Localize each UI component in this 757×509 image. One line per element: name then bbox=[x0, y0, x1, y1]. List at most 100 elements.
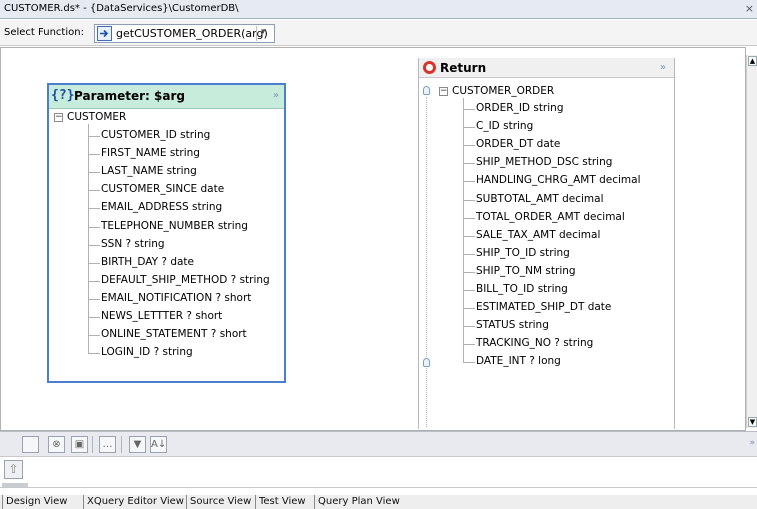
filter-icon[interactable]: ▼ bbox=[129, 436, 146, 453]
return-tree-line bbox=[463, 98, 464, 362]
tab-design-view[interactable]: Design View bbox=[2, 495, 70, 509]
parameter-tree-branch bbox=[88, 226, 100, 228]
return-root-node[interactable]: CUSTOMER_ORDER bbox=[452, 85, 554, 97]
collapse-icon[interactable]: » bbox=[273, 90, 279, 101]
parameter-tree-branch bbox=[88, 208, 100, 210]
return-tree-branch bbox=[463, 145, 475, 147]
return-mapping-guide bbox=[426, 97, 427, 427]
return-field-node[interactable]: SHIP_METHOD_DSC string bbox=[476, 156, 612, 168]
return-icon bbox=[423, 61, 436, 74]
parameter-field-node[interactable]: FIRST_NAME string bbox=[101, 147, 200, 159]
parameter-field-node[interactable]: SSN ? string bbox=[101, 238, 165, 250]
parameter-tree-branch bbox=[88, 280, 100, 282]
return-field-node[interactable]: DATE_INT ? long bbox=[476, 355, 561, 367]
return-root-pin-icon bbox=[423, 86, 430, 95]
param-tree-line bbox=[88, 124, 89, 353]
parameter-field-node[interactable]: EMAIL_ADDRESS string bbox=[101, 201, 222, 213]
return-tree-branch bbox=[463, 308, 475, 310]
return-field-node[interactable]: ORDER_ID string bbox=[476, 102, 564, 114]
parameter-panel-header[interactable]: {?} Parameter: $arg » bbox=[49, 85, 284, 109]
problems-toolbar: » ⊗ ▣ … ▼ A↓ bbox=[0, 431, 757, 457]
return-tree-branch bbox=[463, 290, 475, 291]
parameter-icon: {?} bbox=[51, 88, 75, 103]
parameter-tree-branch bbox=[88, 317, 100, 318]
canvas-vertical-scrollbar[interactable]: ▲ ▼ bbox=[746, 55, 757, 428]
return-tree-branch bbox=[463, 109, 475, 110]
return-field-node[interactable]: HANDLING_CHRG_AMT decimal bbox=[476, 174, 641, 186]
return-tree-branch bbox=[463, 217, 475, 219]
function-icon bbox=[97, 26, 112, 41]
window-titlebar: CUSTOMER.ds* - {DataServices}\CustomerDB… bbox=[0, 0, 757, 19]
scroll-up-icon[interactable]: ▲ bbox=[748, 56, 757, 66]
select-function-label: Select Function: bbox=[4, 27, 84, 38]
return-field-node[interactable]: C_ID string bbox=[476, 120, 533, 132]
parameter-field-node[interactable]: BIRTH_DAY ? date bbox=[101, 256, 194, 268]
function-select-divider bbox=[256, 26, 257, 41]
parameter-tree-branch bbox=[88, 262, 100, 264]
scroll-down-icon[interactable]: ▼ bbox=[748, 417, 757, 427]
return-field-node[interactable]: BILL_TO_ID string bbox=[476, 283, 568, 295]
return-panel-header[interactable]: Return » bbox=[419, 58, 674, 78]
parameter-field-node[interactable]: CUSTOMER_ID string bbox=[101, 129, 210, 141]
sort-az-icon[interactable]: A↓ bbox=[150, 436, 167, 453]
function-select[interactable]: getCUSTOMER_ORDER(arg) ▾ bbox=[94, 24, 275, 43]
return-field-node[interactable]: TOTAL_ORDER_AMT decimal bbox=[476, 211, 625, 223]
output-panel: ⇧ bbox=[0, 457, 757, 488]
view-tabs: Design View XQuery Editor View Source View… bbox=[0, 495, 757, 509]
return-tree-branch bbox=[463, 199, 475, 201]
more-icon[interactable]: » bbox=[749, 438, 755, 448]
return-tree-branch bbox=[463, 235, 475, 237]
parameter-tree-branch bbox=[88, 353, 100, 355]
return-field-node[interactable]: ORDER_DT date bbox=[476, 138, 560, 150]
toolbar-separator bbox=[92, 436, 93, 453]
tab-xquery-editor-view[interactable]: XQuery Editor View bbox=[83, 495, 187, 509]
return-field-node[interactable]: SHIP_TO_ID string bbox=[476, 247, 570, 259]
return-tree-branch bbox=[463, 326, 475, 328]
return-tree-branch bbox=[463, 362, 475, 364]
return-field-node[interactable]: ESTIMATED_SHIP_DT date bbox=[476, 301, 611, 313]
return-field-node[interactable]: STATUS string bbox=[476, 319, 549, 331]
return-panel-title: Return bbox=[440, 61, 487, 75]
parameter-tree-branch bbox=[88, 335, 100, 337]
function-select-value: getCUSTOMER_ORDER(arg) bbox=[116, 27, 268, 40]
error-filter-icon[interactable]: ⊗ bbox=[48, 436, 65, 453]
parameter-field-node[interactable]: LOGIN_ID ? string bbox=[101, 346, 193, 358]
chevron-down-icon[interactable]: ▾ bbox=[261, 27, 266, 37]
warning-filter-icon[interactable]: ▣ bbox=[71, 436, 88, 453]
parameter-field-node[interactable]: DEFAULT_SHIP_METHOD ? string bbox=[101, 274, 270, 286]
return-tree-branch bbox=[463, 271, 475, 273]
tab-test-view[interactable]: Test View bbox=[255, 495, 309, 509]
return-tree-branch bbox=[463, 127, 475, 129]
parameter-field-node[interactable]: NEWS_LETTTER ? short bbox=[101, 310, 222, 322]
return-tree-branch bbox=[463, 253, 475, 255]
return-tree-branch bbox=[463, 181, 475, 183]
return-field-node[interactable]: TRACKING_NO ? string bbox=[476, 337, 593, 349]
param-root-node[interactable]: CUSTOMER bbox=[67, 111, 126, 123]
toolbar-separator bbox=[121, 436, 122, 453]
return-field-node[interactable]: SUBTOTAL_AMT decimal bbox=[476, 193, 604, 205]
return-root-expander-icon[interactable]: − bbox=[439, 87, 448, 96]
return-tree-branch bbox=[463, 163, 475, 165]
param-root-expander-icon[interactable]: − bbox=[54, 113, 63, 122]
parameter-tree-branch bbox=[88, 190, 100, 192]
return-field-node[interactable]: SALE_TAX_AMT decimal bbox=[476, 229, 600, 241]
window-title: CUSTOMER.ds* - {DataServices}\CustomerDB… bbox=[4, 3, 239, 14]
up-arrow-icon[interactable]: ⇧ bbox=[4, 460, 23, 479]
parameter-field-node[interactable]: TELEPHONE_NUMBER string bbox=[101, 220, 248, 232]
tab-query-plan-view[interactable]: Query Plan View bbox=[314, 495, 403, 509]
more-options-button[interactable]: … bbox=[99, 436, 116, 453]
return-field-node[interactable]: SHIP_TO_NM string bbox=[476, 265, 576, 277]
tab-source-view[interactable]: Source View bbox=[186, 495, 254, 509]
collapse-icon[interactable]: » bbox=[660, 62, 666, 73]
parameter-panel-title: Parameter: $arg bbox=[74, 89, 185, 103]
parameter-field-node[interactable]: LAST_NAME string bbox=[101, 165, 197, 177]
parameter-tree-branch bbox=[88, 298, 100, 300]
parameter-field-node[interactable]: CUSTOMER_SINCE date bbox=[101, 183, 224, 195]
parameter-tree-branch bbox=[88, 136, 100, 137]
parameter-field-node[interactable]: EMAIL_NOTIFICATION ? short bbox=[101, 292, 251, 304]
blank-button[interactable] bbox=[22, 436, 39, 453]
output-horizontal-scrollbar[interactable] bbox=[2, 483, 28, 487]
parameter-field-node[interactable]: ONLINE_STATEMENT ? short bbox=[101, 328, 247, 340]
close-icon[interactable]: × bbox=[745, 2, 754, 15]
function-bar: Select Function: getCUSTOMER_ORDER(arg) … bbox=[0, 20, 757, 46]
